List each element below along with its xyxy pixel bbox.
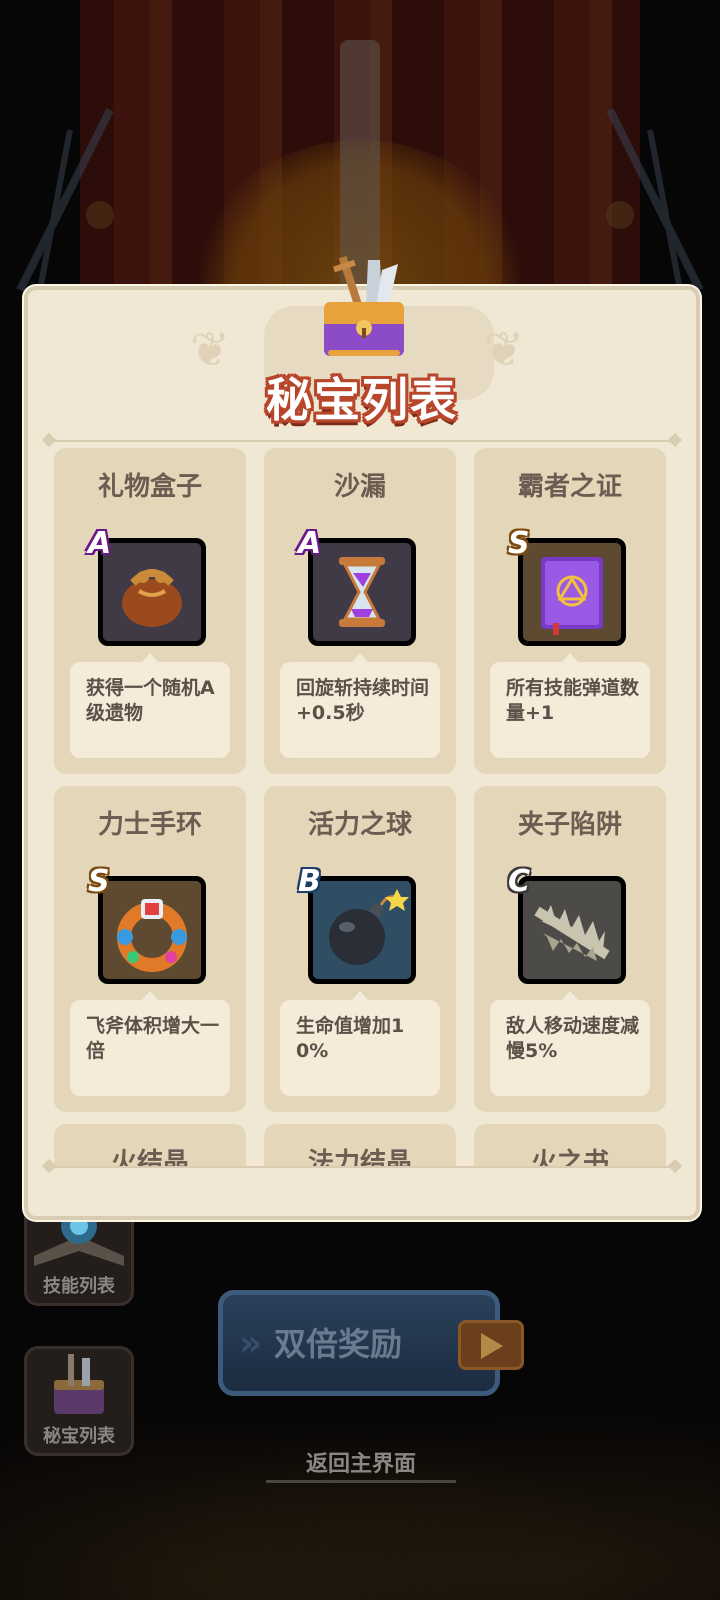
treasure-card[interactable]: 法力结晶 [264, 1124, 456, 1168]
treasure-card[interactable]: 沙漏 A 回旋斩持续时间+0.5秒 [264, 448, 456, 774]
panel-title: 秘宝列表 [266, 373, 458, 427]
bomb-icon [308, 876, 416, 984]
treasure-description: 敌人移动速度减慢5% [506, 1015, 640, 1062]
rank-badge: B [298, 864, 321, 899]
treasure-description: 飞斧体积增大一倍 [86, 1015, 220, 1062]
treasure-chest-icon [54, 1354, 104, 1414]
description-box: 敌人移动速度减慢5% [490, 991, 650, 1096]
home-link-underline [266, 1480, 456, 1483]
treasure-card[interactable]: 礼物盒子 A 获得一个随机A级遗物 [54, 448, 246, 774]
treasure-chest-icon [324, 255, 404, 356]
treasure-name: 火之书 [530, 1148, 609, 1168]
description-box: 所有技能弹道数量+1 [490, 653, 650, 758]
treasure-card[interactable]: 夹子陷阱 C 敌人移动速度减慢5% [474, 786, 666, 1112]
treasure-card[interactable]: 活力之球 B 生命值增加10% [264, 786, 456, 1112]
rank-badge: S [508, 526, 530, 561]
treasure-card[interactable]: 霸者之证 S 所有技能弹道数量+1 [474, 448, 666, 774]
treasure-name: 活力之球 [307, 810, 412, 840]
double-reward-label: 双倍奖励 [273, 1325, 402, 1363]
treasure-list-button[interactable]: 秘宝列表 [24, 1346, 134, 1456]
treasure-card[interactable]: 火之书 [474, 1124, 666, 1168]
description-box: 飞斧体积增大一倍 [70, 991, 230, 1096]
treasure-name: 法力结晶 [307, 1148, 412, 1168]
treasure-description: 获得一个随机A级遗物 [86, 677, 215, 724]
treasure-name: 沙漏 [333, 472, 386, 502]
treasure-list-label: 秘宝列表 [43, 1426, 115, 1447]
treasure-name: 夹子陷阱 [517, 810, 622, 840]
treasure-description: 所有技能弹道数量+1 [506, 677, 640, 724]
treasure-description: 生命值增加10% [296, 1015, 405, 1062]
treasure-grid[interactable]: 礼物盒子 A 获得一个随机A级遗物 沙漏 A 回旋斩持续时间+0.5秒 霸者之证 S 所有技能弹… [54, 448, 670, 1168]
treasure-name: 力士手环 [97, 810, 202, 840]
treasure-card[interactable]: 力士手环 S 飞斧体积增大一倍 [54, 786, 246, 1112]
skills-list-label: 技能列表 [43, 1276, 115, 1297]
treasure-name: 霸者之证 [517, 472, 622, 502]
treasure-name: 礼物盒子 [97, 472, 202, 502]
treasure-list-panel: ❦ ❦ 秘宝列表 礼物盒子 A 获得一个随机A级遗物 沙漏 A 回旋斩持续时间+0.5秒霸… [24, 255, 700, 1220]
description-box: 生命值增加10% [280, 991, 440, 1096]
rank-badge: A [88, 526, 112, 561]
hourglass-icon [308, 538, 416, 646]
video-ad-icon[interactable] [458, 1320, 524, 1370]
description-box: 获得一个随机A级遗物 [70, 653, 230, 758]
bear-trap-icon [518, 876, 626, 984]
spellbook-icon [518, 538, 626, 646]
description-box: 回旋斩持续时间+0.5秒 [280, 653, 440, 758]
return-home-link[interactable]: 返回主界面 [266, 1446, 456, 1478]
rank-badge: S [88, 864, 110, 899]
treasure-description: 回旋斩持续时间+0.5秒 [296, 677, 430, 724]
treasure-card[interactable]: 火结晶 [54, 1124, 246, 1168]
divider-bottom [41, 1158, 683, 1174]
divider-top [41, 432, 683, 448]
loot-bag-icon [98, 538, 206, 646]
rank-badge: C [508, 864, 531, 899]
gem-bracelet-icon [98, 876, 206, 984]
treasure-name: 火结晶 [110, 1148, 189, 1168]
rank-badge: A [298, 526, 322, 561]
